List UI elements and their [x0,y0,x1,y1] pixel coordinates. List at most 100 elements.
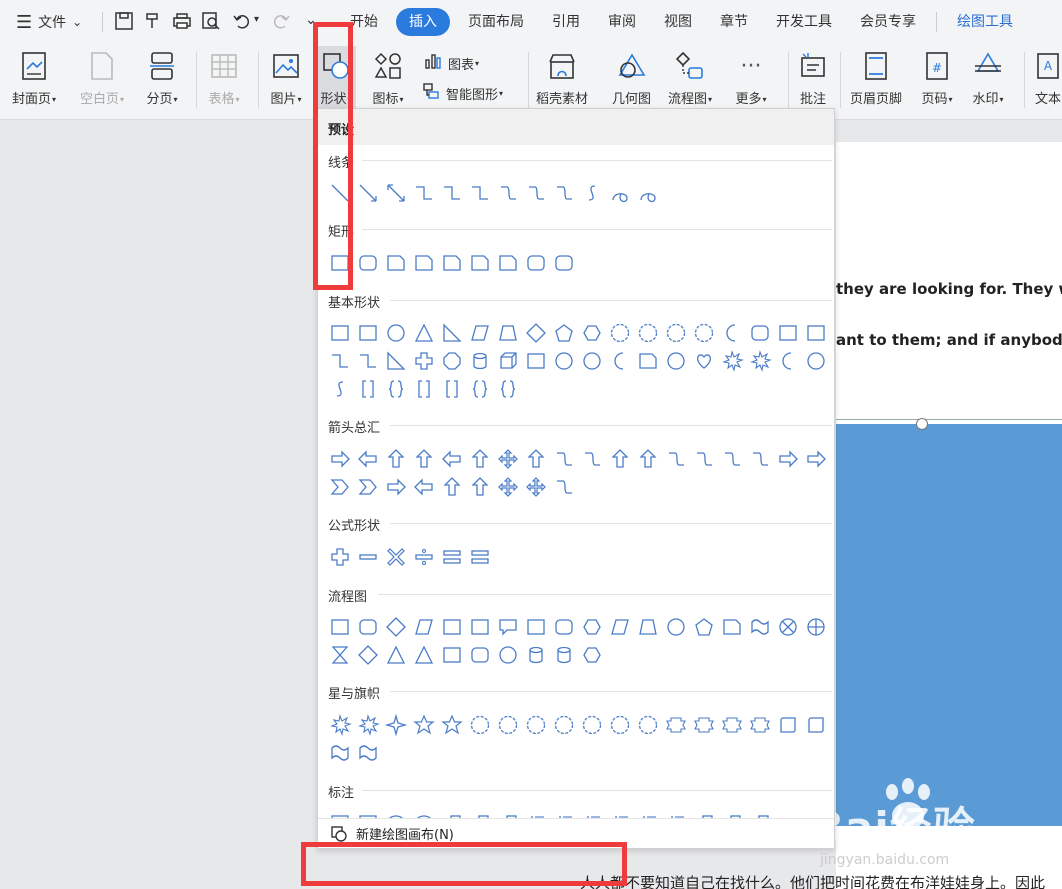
shape-option[interactable] [466,445,494,473]
shape-option[interactable] [354,739,382,767]
shape-option[interactable] [634,613,662,641]
shape-option[interactable] [718,347,746,375]
shape-option[interactable] [522,347,550,375]
shape-option[interactable] [690,711,718,739]
shape-option[interactable] [410,319,438,347]
shape-option[interactable] [466,375,494,403]
smartart-button[interactable]: 智能图形 ▾ [422,82,503,104]
shape-option[interactable] [438,445,466,473]
shape-option[interactable] [410,179,438,207]
shape-option[interactable] [718,445,746,473]
shape-option[interactable] [578,613,606,641]
shape-option[interactable] [410,613,438,641]
shape-option[interactable] [634,711,662,739]
shape-option[interactable] [354,249,382,277]
docer-material-button[interactable]: 稻壳素材 [536,50,588,107]
tab-view[interactable]: 视图 [650,8,706,36]
shape-option[interactable] [634,445,662,473]
shape-option[interactable] [466,641,494,669]
shape-option[interactable] [382,319,410,347]
format-painter-icon[interactable] [143,11,163,35]
shape-option[interactable] [466,473,494,501]
shape-option[interactable] [354,319,382,347]
page-break-button[interactable]: 分页▾ [146,50,178,107]
shape-option[interactable] [746,445,774,473]
shape-option[interactable] [662,347,690,375]
shape-option[interactable] [746,347,774,375]
shape-option[interactable] [662,711,690,739]
shape-option[interactable] [606,445,634,473]
shape-option[interactable] [438,613,466,641]
shape-option[interactable] [494,473,522,501]
shape-option[interactable] [382,543,410,571]
shape-option[interactable] [410,711,438,739]
shape-option[interactable] [466,249,494,277]
shape-option[interactable] [326,319,354,347]
shape-option[interactable] [522,445,550,473]
blue-rectangle-shape[interactable] [836,424,1062,826]
print-icon[interactable] [172,11,192,35]
shape-option[interactable] [466,613,494,641]
blank-page-button[interactable]: 空白页▾ [80,50,124,107]
shape-option[interactable] [382,375,410,403]
shape-option[interactable] [410,445,438,473]
chart-button[interactable]: 图表 ▾ [424,52,479,74]
shape-option[interactable] [662,445,690,473]
shape-option[interactable] [550,473,578,501]
shape-option[interactable] [410,543,438,571]
shape-option[interactable] [718,711,746,739]
shape-option[interactable] [438,347,466,375]
shape-option[interactable] [410,473,438,501]
shape-option[interactable] [550,641,578,669]
shape-option[interactable] [802,319,830,347]
shape-option[interactable] [382,473,410,501]
cover-page-button[interactable]: 封面页▾ [12,50,56,107]
shape-option[interactable] [326,543,354,571]
shape-option[interactable] [382,179,410,207]
shape-option[interactable] [662,613,690,641]
shape-option[interactable] [774,319,802,347]
tab-member[interactable]: 会员专享 [846,8,930,36]
shape-option[interactable] [690,347,718,375]
file-menu[interactable]: ☰ 文件 ⌄ [16,0,82,44]
table-button[interactable]: 表格▾ [208,50,240,107]
tab-section[interactable]: 章节 [706,8,762,36]
shape-option[interactable] [354,613,382,641]
shape-option[interactable] [438,249,466,277]
shape-option[interactable] [382,641,410,669]
shape-option[interactable] [326,179,354,207]
shape-option[interactable] [494,179,522,207]
shape-option[interactable] [606,613,634,641]
picture-button[interactable]: 图片▾ [270,50,302,107]
shape-option[interactable] [438,319,466,347]
print-preview-icon[interactable] [201,11,221,35]
shape-option[interactable] [494,445,522,473]
shape-option[interactable] [578,445,606,473]
shape-option[interactable] [802,445,830,473]
shape-option[interactable] [410,249,438,277]
shape-option[interactable] [774,613,802,641]
shape-option[interactable] [550,319,578,347]
comment-button[interactable]: 批注 [797,50,829,107]
shape-option[interactable] [410,641,438,669]
shape-option[interactable] [578,179,606,207]
shape-option[interactable] [718,319,746,347]
shape-option[interactable] [494,613,522,641]
shape-option[interactable] [466,543,494,571]
shape-option[interactable] [326,641,354,669]
shape-option[interactable] [438,473,466,501]
shape-option[interactable] [606,319,634,347]
shape-option[interactable] [438,179,466,207]
shape-option[interactable] [746,319,774,347]
shape-option[interactable] [466,319,494,347]
chevron-down-icon[interactable]: ▾ [254,14,259,25]
tab-home[interactable]: 开始 [336,8,392,36]
shape-option[interactable] [494,711,522,739]
tab-references[interactable]: 引用 [538,8,594,36]
shape-option[interactable] [410,347,438,375]
shape-option[interactable] [382,347,410,375]
shape-option[interactable] [746,711,774,739]
shape-option[interactable] [326,347,354,375]
shape-button[interactable]: 形状▾ [316,46,356,116]
shape-option[interactable] [326,613,354,641]
